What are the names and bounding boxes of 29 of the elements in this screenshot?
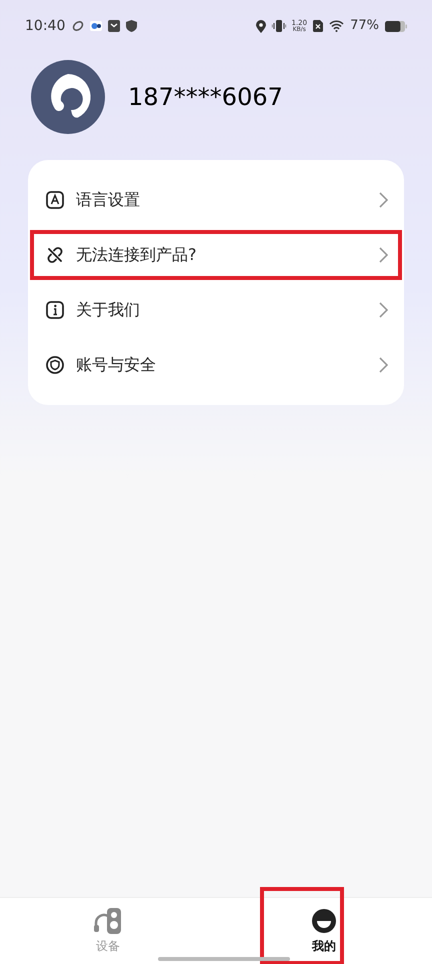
menu-label: 无法连接到产品? bbox=[76, 244, 198, 266]
vibrate-icon bbox=[272, 20, 286, 32]
chevron-right-icon bbox=[379, 357, 388, 373]
sim-icon bbox=[313, 20, 324, 32]
menu-item[interactable]: 语言设置 bbox=[30, 175, 402, 225]
language-icon bbox=[46, 191, 64, 209]
menu-item[interactable]: 账号与安全 bbox=[30, 340, 402, 390]
menu-label: 账号与安全 bbox=[76, 354, 157, 376]
status-time: 10:40 bbox=[25, 16, 66, 36]
battery-icon bbox=[385, 20, 407, 32]
chevron-right-icon bbox=[379, 247, 388, 263]
info-icon bbox=[46, 301, 64, 319]
menu-item[interactable]: 无法连接到产品? bbox=[30, 230, 402, 280]
phone-number: 187****6067 bbox=[128, 82, 283, 113]
mail-icon bbox=[108, 20, 120, 32]
chevron-right-icon bbox=[379, 192, 388, 208]
chevron-right-icon bbox=[379, 302, 388, 318]
headphone-speaker-icon bbox=[94, 908, 122, 934]
app-icon bbox=[90, 21, 102, 31]
menu-label: 语言设置 bbox=[76, 189, 141, 211]
menu-label: 关于我们 bbox=[76, 299, 141, 321]
location-icon bbox=[256, 20, 266, 32]
broken-link-icon bbox=[46, 246, 64, 264]
smiley-icon bbox=[311, 908, 337, 934]
shield-icon bbox=[46, 356, 64, 374]
battery-percent: 77% bbox=[350, 17, 379, 36]
wifi-icon bbox=[329, 20, 344, 32]
menu-item[interactable]: 关于我们 bbox=[30, 285, 402, 335]
shield-icon bbox=[126, 20, 138, 32]
